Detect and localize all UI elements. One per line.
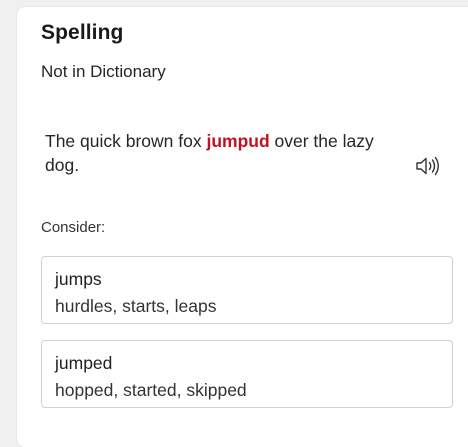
suggestion-synonyms: hopped, started, skipped bbox=[55, 380, 247, 400]
misspelled-word: jumpud bbox=[206, 131, 270, 151]
context-sentence: The quick brown fox jumpud over the lazy… bbox=[45, 129, 405, 177]
suggestion-card-jumps[interactable]: jumps hurdles, starts, leaps bbox=[41, 256, 453, 324]
pane-subtitle: Not in Dictionary bbox=[41, 62, 166, 81]
consider-label: Consider: bbox=[41, 219, 106, 236]
spelling-pane: Spelling Not in Dictionary The quick bro… bbox=[17, 7, 468, 447]
sentence-before-text: The quick brown fox bbox=[45, 131, 207, 151]
pane-title: Spelling bbox=[41, 21, 124, 44]
speaker-icon[interactable] bbox=[415, 155, 443, 177]
suggestion-synonyms: hurdles, starts, leaps bbox=[55, 296, 217, 316]
suggestion-card-jumped[interactable]: jumped hopped, started, skipped bbox=[41, 340, 453, 408]
suggestion-word: jumped bbox=[55, 353, 113, 373]
suggestion-word: jumps bbox=[55, 269, 102, 289]
